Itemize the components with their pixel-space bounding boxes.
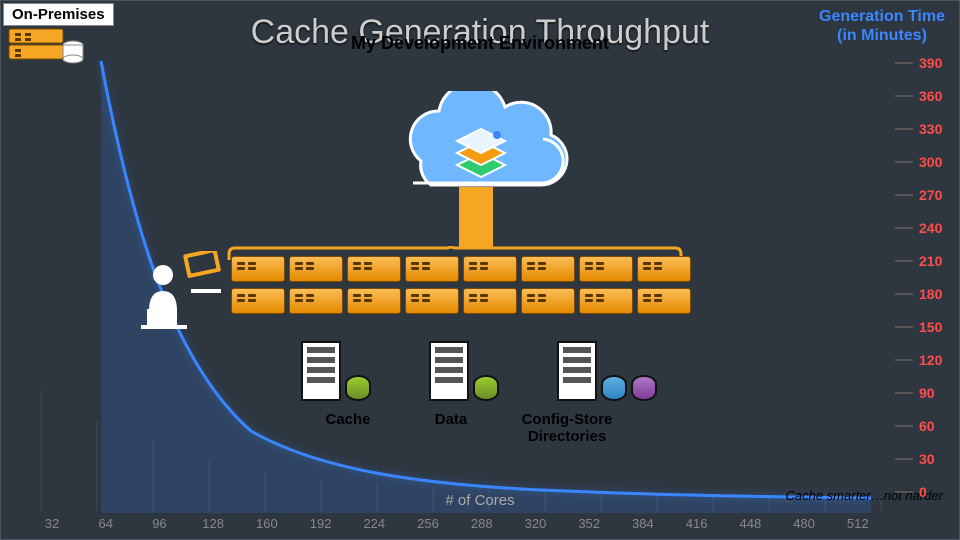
server-icon bbox=[231, 256, 285, 282]
storage-rack-icon bbox=[557, 341, 597, 401]
y-tick: 120 bbox=[895, 352, 945, 368]
server-icon bbox=[405, 256, 459, 282]
cloud-icon bbox=[381, 91, 571, 211]
database-disk-icon bbox=[631, 375, 657, 401]
server-icon bbox=[579, 288, 633, 314]
y-tick: 150 bbox=[895, 319, 945, 335]
storage-rack-icon bbox=[429, 341, 469, 401]
server-icon bbox=[637, 288, 691, 314]
y-tick: 0 bbox=[895, 484, 945, 500]
server-icon bbox=[579, 256, 633, 282]
server-icon bbox=[405, 288, 459, 314]
on-prem-server-icon bbox=[7, 27, 87, 78]
y-tick: 330 bbox=[895, 121, 945, 137]
on-premises-badge: On-Premises bbox=[3, 3, 114, 26]
y-axis-title: Generation Time (in Minutes) bbox=[819, 7, 945, 45]
y-tick: 270 bbox=[895, 187, 945, 203]
database-disk-icon bbox=[345, 375, 371, 401]
database-disk-icon bbox=[473, 375, 499, 401]
y-tick: 60 bbox=[895, 418, 945, 434]
data-label: Data bbox=[396, 411, 506, 428]
server-icon bbox=[289, 256, 343, 282]
config-store bbox=[557, 341, 657, 401]
y-tick: 300 bbox=[895, 154, 945, 170]
y-tick: 90 bbox=[895, 385, 945, 401]
y-tick: 210 bbox=[895, 253, 945, 269]
server-icon bbox=[637, 256, 691, 282]
server-icon bbox=[463, 256, 517, 282]
developer-icon bbox=[141, 251, 231, 336]
cache-store bbox=[301, 341, 371, 401]
config-label: Config-Store Directories bbox=[497, 411, 637, 445]
storage-row bbox=[301, 341, 657, 401]
x-ticks: 3264 96128 160192 224256 288320 352384 4… bbox=[31, 516, 879, 531]
y-axis-title-l1: Generation Time bbox=[819, 8, 945, 25]
server-icon bbox=[521, 288, 575, 314]
y-tick: 360 bbox=[895, 88, 945, 104]
server-icon bbox=[289, 288, 343, 314]
server-icon bbox=[231, 288, 285, 314]
chart-title: Cache Generation Throughput bbox=[1, 13, 959, 52]
server-icon bbox=[521, 256, 575, 282]
storage-rack-icon bbox=[301, 341, 341, 401]
server-icon bbox=[347, 256, 401, 282]
cache-label: Cache bbox=[293, 411, 403, 428]
y-tick: 240 bbox=[895, 220, 945, 236]
y-tick: 180 bbox=[895, 286, 945, 302]
compute-server-grid bbox=[231, 256, 691, 314]
server-icon bbox=[463, 288, 517, 314]
data-store bbox=[429, 341, 499, 401]
server-icon bbox=[347, 288, 401, 314]
y-tick: 30 bbox=[895, 451, 945, 467]
y-tick: 390 bbox=[895, 55, 945, 71]
y-axis-title-l2: (in Minutes) bbox=[837, 27, 927, 44]
database-disk-icon bbox=[601, 375, 627, 401]
